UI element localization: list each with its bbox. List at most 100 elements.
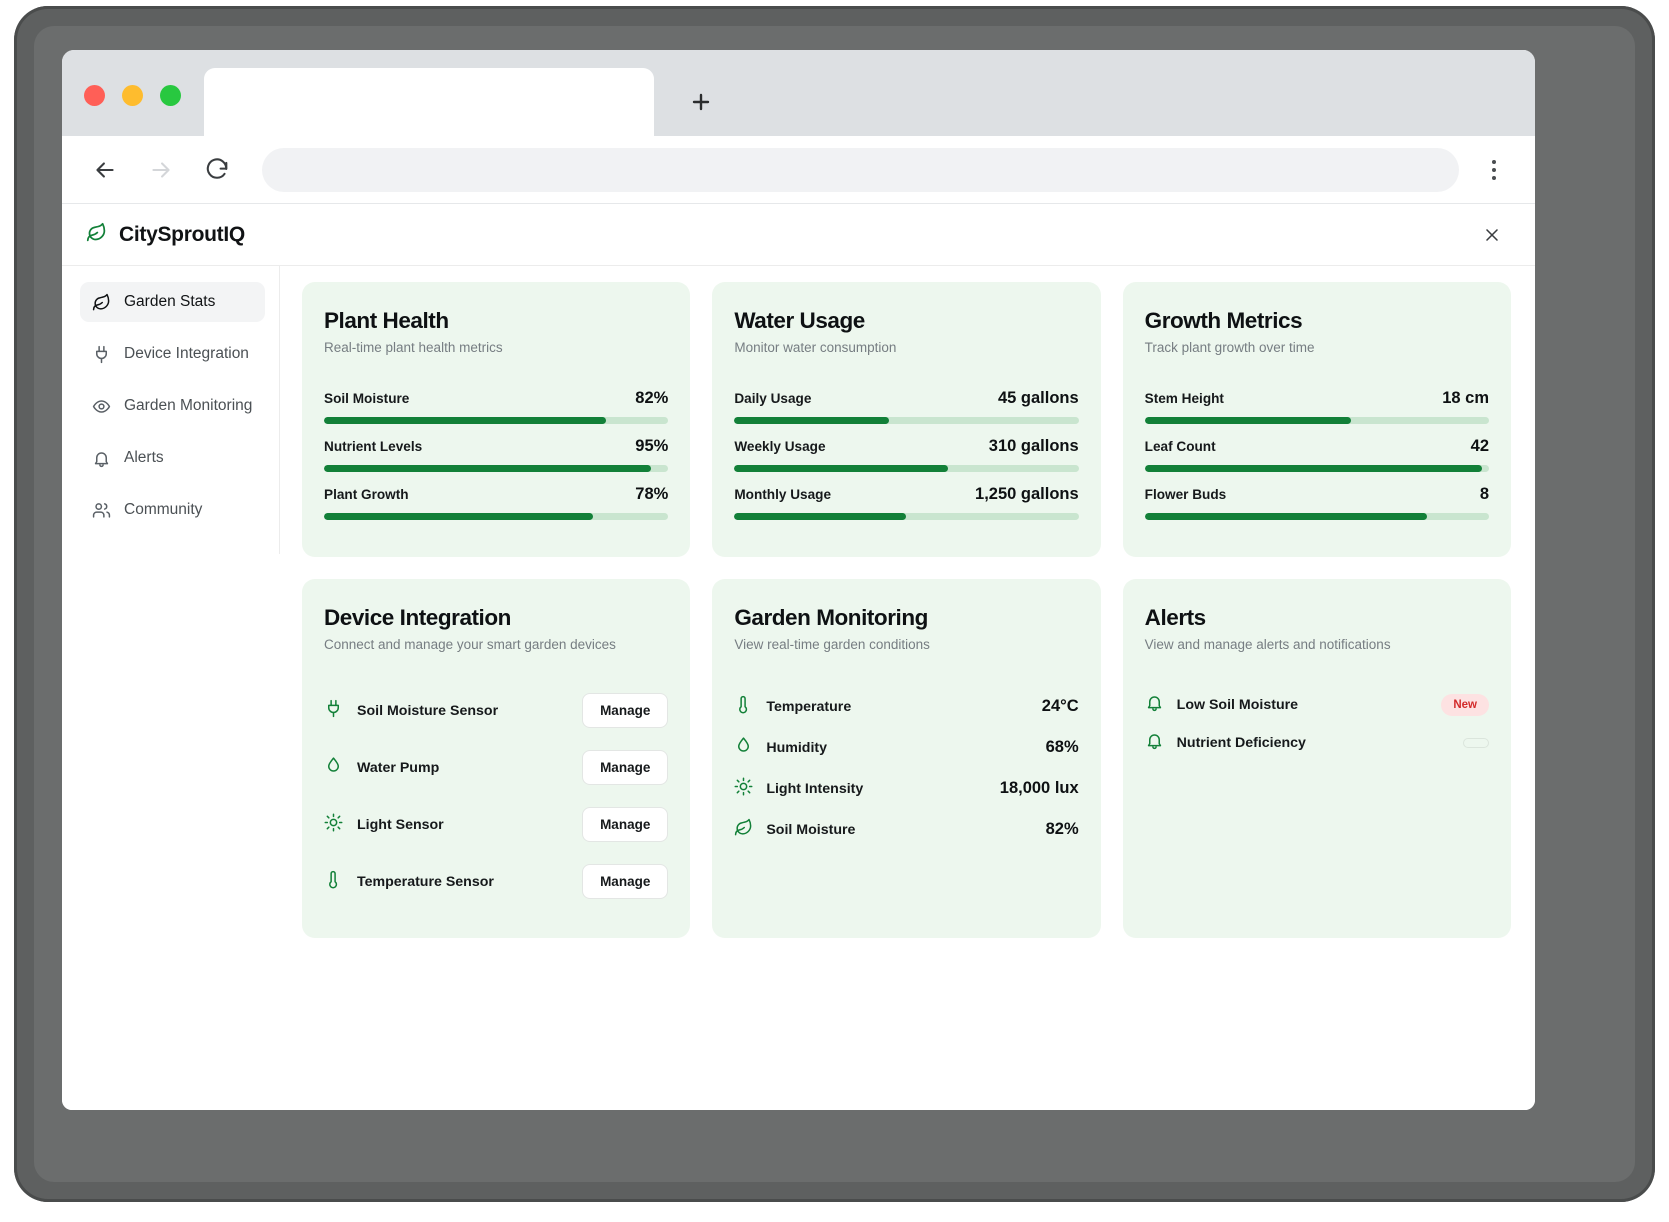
card-plant-health: Plant Health Real-time plant health metr… (302, 282, 690, 557)
thermometer-icon (324, 870, 343, 894)
metric-value: 8 (1480, 485, 1489, 504)
metric-label: Stem Height (1145, 391, 1224, 406)
progress-track (324, 417, 668, 424)
metric-value: 310 gallons (989, 437, 1079, 456)
metric-row: Leaf Count 42 (1145, 437, 1489, 472)
thermometer-icon (734, 695, 753, 719)
progress-fill (1145, 513, 1427, 520)
sidebar-item-alerts[interactable]: Alerts (80, 438, 265, 478)
metric-value: 82% (635, 389, 668, 408)
device-name: Light Sensor (357, 817, 444, 833)
monitoring-row: Light Intensity 18,000 lux (734, 768, 1078, 809)
main-content: Plant Health Real-time plant health metr… (280, 266, 1535, 1110)
alert-label: Nutrient Deficiency (1177, 735, 1306, 751)
sidebar-item-garden-stats[interactable]: Garden Stats (80, 282, 265, 322)
metric-row: Daily Usage 45 gallons (734, 389, 1078, 424)
sidebar-item-community[interactable]: Community (80, 490, 265, 530)
progress-fill (734, 465, 947, 472)
card-title: Alerts (1145, 605, 1489, 631)
metric-value: 42 (1471, 437, 1489, 456)
progress-fill (734, 513, 906, 520)
progress-fill (734, 417, 889, 424)
device-name: Water Pump (357, 760, 439, 776)
browser-menu-button[interactable] (1475, 151, 1513, 189)
maximize-window-button[interactable] (160, 85, 181, 106)
eye-icon (92, 397, 111, 416)
status-badge: New (1441, 694, 1489, 716)
bell-icon (1145, 731, 1164, 755)
sidebar-item-device-integration[interactable]: Device Integration (80, 334, 265, 374)
progress-track (1145, 417, 1489, 424)
progress-fill (324, 465, 651, 472)
brand-name: CitySproutIQ (119, 223, 245, 247)
reload-button[interactable] (196, 149, 238, 191)
progress-fill (324, 417, 606, 424)
monitoring-row: Soil Moisture 82% (734, 809, 1078, 850)
address-bar[interactable] (262, 148, 1459, 192)
browser-toolbar (62, 136, 1535, 204)
card-subtitle: Real-time plant health metrics (324, 340, 668, 355)
plug-icon (324, 699, 343, 723)
browser-window: CitySproutIQ (62, 50, 1535, 1110)
minimize-window-button[interactable] (122, 85, 143, 106)
progress-track (734, 465, 1078, 472)
bell-icon (92, 449, 111, 468)
manage-button[interactable]: Manage (582, 864, 668, 899)
sidebar-item-label: Community (124, 501, 202, 519)
progress-fill (1145, 465, 1482, 472)
new-tab-button[interactable] (679, 80, 723, 124)
card-garden-monitoring: Garden Monitoring View real-time garden … (712, 579, 1100, 938)
plug-icon (92, 345, 111, 364)
browser-tab[interactable] (204, 68, 654, 136)
leaf-icon (86, 222, 107, 248)
manage-button[interactable]: Manage (582, 750, 668, 785)
progress-track (734, 513, 1078, 520)
card-title: Plant Health (324, 308, 668, 334)
sidebar-item-label: Alerts (124, 449, 164, 467)
forward-button[interactable] (140, 149, 182, 191)
card-subtitle: View real-time garden conditions (734, 637, 1078, 652)
device-name: Temperature Sensor (357, 874, 494, 890)
window-controls (84, 85, 181, 106)
device-row: Light Sensor Manage (324, 800, 668, 849)
manage-button[interactable]: Manage (582, 693, 668, 728)
metric-label: Plant Growth (324, 487, 409, 502)
app-header: CitySproutIQ (62, 204, 1535, 266)
metric-row: Weekly Usage 310 gallons (734, 437, 1078, 472)
sidebar-item-label: Garden Stats (124, 293, 215, 311)
sidebar-item-garden-monitoring[interactable]: Garden Monitoring (80, 386, 265, 426)
metric-row: Flower Buds 8 (1145, 485, 1489, 520)
card-title: Growth Metrics (1145, 308, 1489, 334)
metric-label: Monthly Usage (734, 487, 831, 502)
metric-value: 78% (635, 485, 668, 504)
card-device-integration: Device Integration Connect and manage yo… (302, 579, 690, 938)
progress-fill (1145, 417, 1352, 424)
back-button[interactable] (84, 149, 126, 191)
metric-row: Plant Growth 78% (324, 485, 668, 520)
card-alerts: Alerts View and manage alerts and notifi… (1123, 579, 1511, 938)
reading-value: 82% (1046, 820, 1079, 839)
sidebar-item-label: Device Integration (124, 345, 249, 363)
metric-value: 18 cm (1442, 389, 1489, 408)
close-icon[interactable] (1477, 220, 1507, 250)
metric-label: Flower Buds (1145, 487, 1227, 502)
monitoring-row: Temperature 24°C (734, 686, 1078, 727)
alert-label: Low Soil Moisture (1177, 697, 1298, 713)
card-title: Water Usage (734, 308, 1078, 334)
device-row: Water Pump Manage (324, 743, 668, 792)
droplet-icon (734, 736, 753, 760)
progress-track (734, 417, 1078, 424)
close-window-button[interactable] (84, 85, 105, 106)
metric-label: Nutrient Levels (324, 439, 422, 454)
progress-track (324, 513, 668, 520)
manage-button[interactable]: Manage (582, 807, 668, 842)
alert-row[interactable]: Low Soil Moisture New (1145, 686, 1489, 724)
metric-row: Stem Height 18 cm (1145, 389, 1489, 424)
alert-row[interactable]: Nutrient Deficiency (1145, 724, 1489, 762)
metric-value: 95% (635, 437, 668, 456)
status-badge (1463, 738, 1489, 748)
card-title: Garden Monitoring (734, 605, 1078, 631)
brand: CitySproutIQ (86, 222, 245, 248)
device-name: Soil Moisture Sensor (357, 703, 498, 719)
monitoring-row: Humidity 68% (734, 727, 1078, 768)
